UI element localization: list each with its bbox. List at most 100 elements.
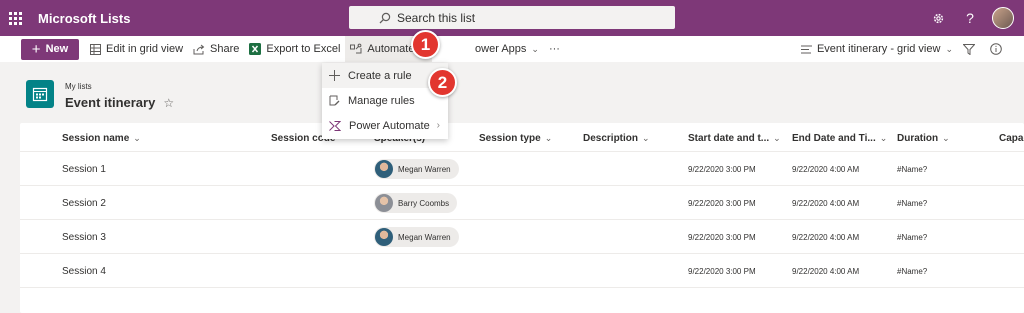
app-launcher-icon[interactable] xyxy=(0,0,30,36)
table-row-divider xyxy=(20,287,1024,313)
cell-duration: #Name? xyxy=(897,232,928,242)
search-icon xyxy=(379,12,391,23)
search-box[interactable]: Search this list xyxy=(349,6,675,29)
menu-item-label: Power Automate xyxy=(349,119,430,132)
menu-item-power-automate[interactable]: Power Automate › xyxy=(322,113,448,138)
menu-item-label: Create a rule xyxy=(348,69,412,82)
chevron-down-icon: ⌄ xyxy=(531,43,539,54)
chevron-down-icon: ⌄ xyxy=(544,132,553,143)
share-label: Share xyxy=(210,43,240,55)
column-header-label: Duration xyxy=(897,132,939,144)
app-title[interactable]: Microsoft Lists xyxy=(38,11,130,26)
cell-speaker: Megan Warren xyxy=(374,152,459,186)
filter-icon xyxy=(963,43,975,55)
excel-icon xyxy=(249,43,262,55)
power-automate-icon xyxy=(329,120,341,131)
automate-label: Automate xyxy=(367,43,415,55)
person-chip[interactable]: Megan Warren xyxy=(374,227,459,247)
chevron-down-icon: ⌄ xyxy=(942,132,950,143)
chevron-down-icon: ⌄ xyxy=(642,132,650,143)
edit-grid-view-button[interactable]: Edit in grid view xyxy=(85,36,188,62)
column-header-session-name[interactable]: Session name ⌄ xyxy=(62,123,141,153)
callout-badge-2: 2 xyxy=(428,68,457,97)
column-header-duration[interactable]: Duration ⌄ xyxy=(897,123,950,153)
cell-end-date: 9/22/2020 4:00 AM xyxy=(792,266,860,276)
table-row[interactable]: Session 2 Barry Coombs 9/22/2020 3:00 PM… xyxy=(20,185,1024,219)
export-excel-label: Export to Excel xyxy=(266,43,341,55)
cell-start-date: 9/22/2020 3:00 PM xyxy=(688,232,756,242)
cell-session-name: Session 3 xyxy=(62,231,106,243)
command-bar: + New Edit in grid view Share Export to E… xyxy=(0,36,1024,62)
chevron-right-icon: › xyxy=(436,120,440,131)
list-title-text: Event itinerary xyxy=(65,95,156,110)
export-excel-button[interactable]: Export to Excel xyxy=(244,36,345,62)
column-header-end-date[interactable]: End Date and Ti... ⌄ xyxy=(792,123,887,153)
person-chip[interactable]: Barry Coombs xyxy=(374,193,458,213)
column-header-description[interactable]: Description ⌄ xyxy=(583,123,650,153)
plus-icon xyxy=(329,70,340,81)
column-header-label: Start date and t... xyxy=(688,132,770,144)
page-title: Event itinerary ☆ xyxy=(65,95,174,110)
power-apps-label: ower Apps xyxy=(475,43,527,55)
person-name: Megan Warren xyxy=(398,232,451,242)
help-icon[interactable]: ? xyxy=(954,0,986,36)
cell-duration: #Name? xyxy=(897,164,928,174)
cell-session-name: Session 4 xyxy=(62,265,106,277)
cell-duration: #Name? xyxy=(897,266,928,276)
menu-item-label: Manage rules xyxy=(348,94,415,107)
avatar xyxy=(375,160,393,178)
column-header-label: Description xyxy=(583,132,639,144)
menu-item-manage-rules[interactable]: Manage rules xyxy=(322,88,448,113)
avatar xyxy=(375,228,393,246)
cell-duration: #Name? xyxy=(897,198,928,208)
view-list-icon xyxy=(800,45,812,53)
cell-end-date: 9/22/2020 4:00 AM xyxy=(792,164,860,174)
column-header-label: End Date and Ti... xyxy=(792,132,876,144)
column-header-session-type[interactable]: Session type ⌄ xyxy=(479,123,552,153)
edit-rules-icon xyxy=(329,95,340,106)
info-button[interactable] xyxy=(985,36,1012,62)
table-row[interactable]: Session 4 9/22/2020 3:00 PM 9/22/2020 4:… xyxy=(20,253,1024,287)
column-header-start-date[interactable]: Start date and t... ⌄ xyxy=(688,123,781,153)
edit-grid-view-label: Edit in grid view xyxy=(106,43,184,55)
cell-start-date: 9/22/2020 3:00 PM xyxy=(688,198,756,208)
avatar[interactable] xyxy=(992,7,1014,29)
table-row[interactable]: Session 3 Megan Warren 9/22/2020 3:00 PM… xyxy=(20,219,1024,253)
filter-button[interactable] xyxy=(958,36,985,62)
cell-session-name: Session 2 xyxy=(62,197,106,209)
share-button[interactable]: Share xyxy=(188,36,244,62)
chevron-down-icon: ⌄ xyxy=(133,132,141,143)
column-header-label: Session name xyxy=(62,132,130,144)
person-chip[interactable]: Megan Warren xyxy=(374,159,459,179)
gear-icon[interactable] xyxy=(922,0,954,36)
person-name: Megan Warren xyxy=(398,164,451,174)
cell-start-date: 9/22/2020 3:00 PM xyxy=(688,266,756,276)
chevron-down-icon: ⌄ xyxy=(773,132,781,143)
cell-end-date: 9/22/2020 4:00 AM xyxy=(792,198,860,208)
calendar-list-icon xyxy=(26,80,54,108)
new-button-label: New xyxy=(45,43,69,55)
list-grid: Session name⌄ Session code Speaker(s) Se… xyxy=(20,123,1024,313)
new-button[interactable]: + New xyxy=(21,38,79,60)
chevron-down-icon: ⌄ xyxy=(945,43,953,54)
view-selector[interactable]: Event itinerary - grid view ⌄ xyxy=(796,36,958,62)
info-icon xyxy=(990,43,1002,55)
cell-session-name: Session 1 xyxy=(62,163,106,175)
suite-bar: Microsoft Lists Search this list ? xyxy=(0,0,1024,36)
view-selector-label: Event itinerary - grid view xyxy=(816,43,941,55)
table-row[interactable]: Session 1 Megan Warren 9/22/2020 3:00 PM… xyxy=(20,151,1024,185)
avatar xyxy=(375,194,393,212)
person-name: Barry Coombs xyxy=(398,198,450,208)
column-header-label: Session type xyxy=(479,132,541,144)
power-apps-button[interactable]: ower Apps ⌄ xyxy=(470,36,544,62)
chevron-down-icon: ⌄ xyxy=(879,132,888,143)
automate-icon xyxy=(350,43,362,54)
more-options-button[interactable]: ··· xyxy=(544,36,565,62)
star-icon[interactable]: ☆ xyxy=(163,96,174,110)
column-header-capacity[interactable]: Capac xyxy=(999,123,1024,153)
cell-speaker: Barry Coombs xyxy=(374,186,458,220)
grid-icon xyxy=(90,43,101,55)
cell-speaker: Megan Warren xyxy=(374,220,459,254)
breadcrumb[interactable]: My lists xyxy=(65,82,92,91)
column-header-label: Capac xyxy=(999,132,1024,144)
